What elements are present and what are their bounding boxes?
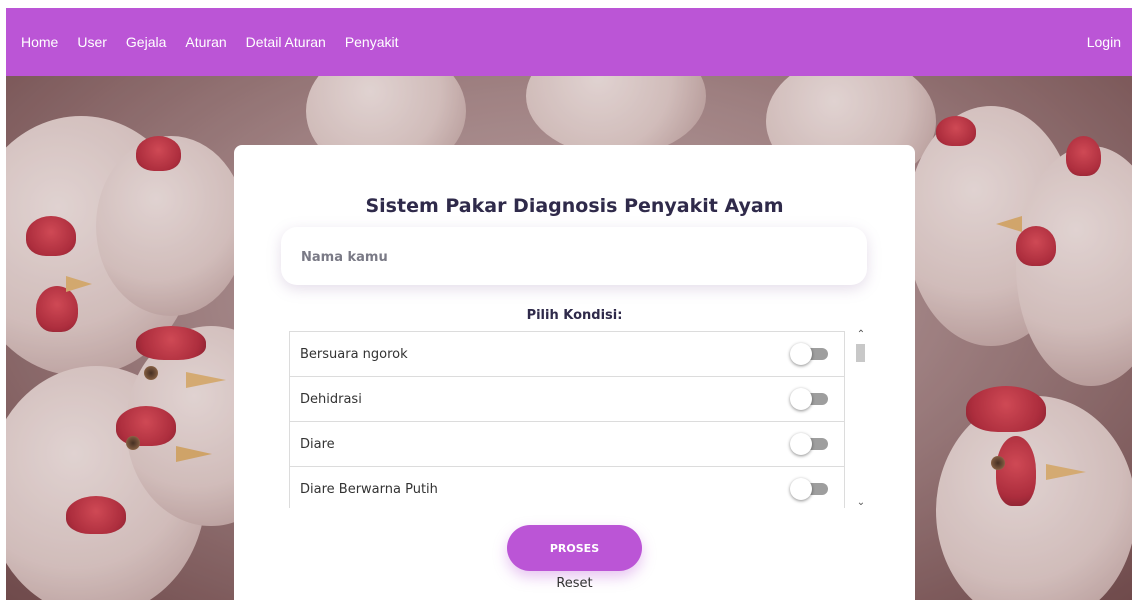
reset-link[interactable]: Reset: [234, 576, 915, 591]
condition-label: Diare: [300, 436, 335, 452]
condition-label: Diare Berwarna Putih: [300, 481, 438, 497]
scroll-thumb[interactable]: [856, 344, 865, 362]
toggle-knob: [790, 478, 812, 500]
diagnosis-card: Sistem Pakar Diagnosis Penyakit Ayam Pil…: [234, 145, 915, 600]
nav-detail-aturan[interactable]: Detail Aturan: [246, 34, 326, 50]
list-item: Diare Berwarna Putih: [289, 467, 845, 508]
nav-login[interactable]: Login: [1087, 34, 1121, 50]
condition-toggle[interactable]: [790, 343, 830, 365]
list-scrollbar[interactable]: ⌃ ⌄: [854, 325, 868, 511]
condition-toggle[interactable]: [790, 388, 830, 410]
list-item: Bersuara ngorok: [289, 332, 845, 377]
nav-user[interactable]: User: [77, 34, 107, 50]
name-input-wrapper: [281, 227, 867, 287]
proses-button[interactable]: PROSES: [507, 525, 642, 571]
nav-penyakit[interactable]: Penyakit: [345, 34, 399, 50]
chevron-up-icon[interactable]: ⌃: [854, 329, 868, 341]
nav-links: Home User Gejala Aturan Detail Aturan Pe…: [21, 34, 418, 50]
condition-label: Bersuara ngorok: [300, 346, 408, 362]
list-item: Dehidrasi: [289, 377, 845, 422]
page-title: Sistem Pakar Diagnosis Penyakit Ayam: [365, 195, 784, 217]
toggle-knob: [790, 388, 812, 410]
nav-aturan[interactable]: Aturan: [185, 34, 226, 50]
pilih-kondisi-label: Pilih Kondisi:: [526, 308, 623, 323]
chevron-down-icon[interactable]: ⌄: [854, 497, 868, 509]
toggle-knob: [790, 433, 812, 455]
app-frame: Home User Gejala Aturan Detail Aturan Pe…: [6, 8, 1132, 600]
list-item: Diare: [289, 422, 845, 467]
condition-toggle[interactable]: [790, 433, 830, 455]
nav-gejala[interactable]: Gejala: [126, 34, 166, 50]
condition-label: Dehidrasi: [300, 391, 362, 407]
toggle-knob: [790, 343, 812, 365]
navbar: Home User Gejala Aturan Detail Aturan Pe…: [6, 8, 1132, 76]
name-input[interactable]: [281, 227, 843, 287]
condition-list: Bersuara ngorok Dehidrasi Diare Diare Be…: [289, 331, 845, 508]
condition-toggle[interactable]: [790, 478, 830, 500]
nav-home[interactable]: Home: [21, 34, 58, 50]
